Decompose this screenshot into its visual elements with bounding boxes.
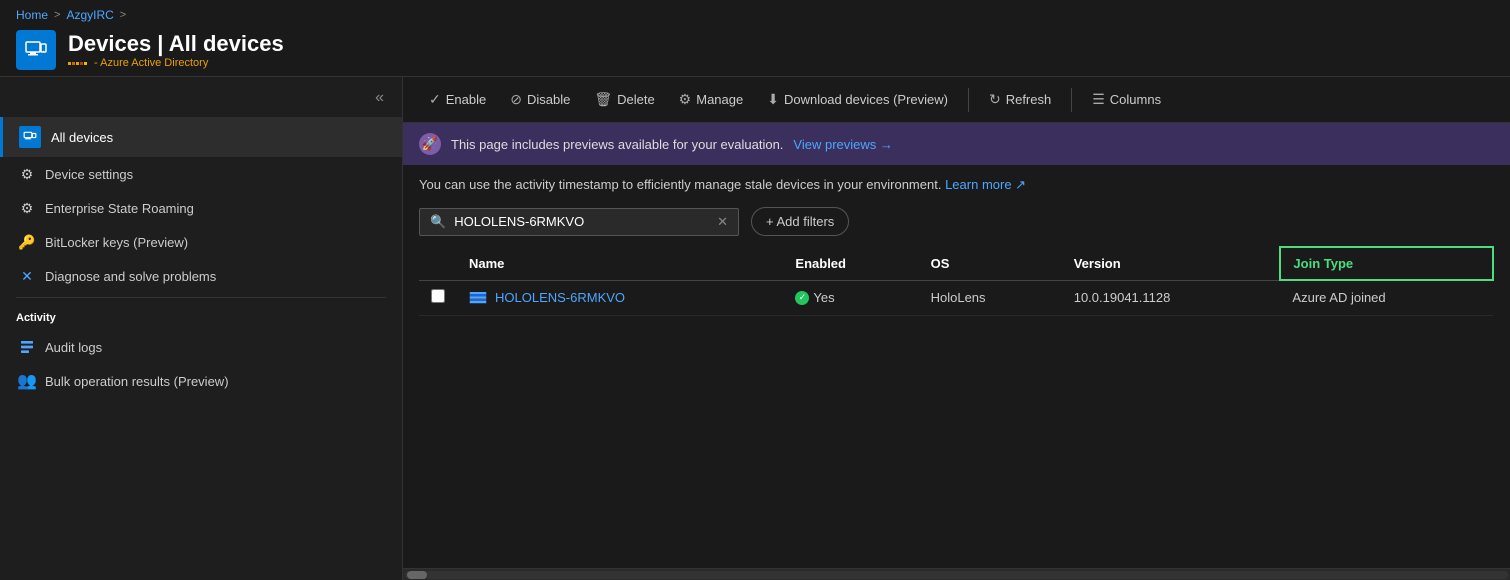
sidebar-item-audit-logs[interactable]: Audit logs	[0, 330, 402, 364]
content-area: ✓ Enable ⊘ Disable 🗑 Delete ⚙ Manage ⬇ D…	[403, 77, 1510, 580]
col-name[interactable]: Name	[457, 247, 783, 280]
bitlocker-label: BitLocker keys (Preview)	[45, 235, 188, 250]
download-icon: ⬇	[767, 91, 779, 108]
bitlocker-icon: 🔑	[19, 234, 35, 250]
devices-table: Name Enabled OS Version Join Type	[419, 246, 1494, 316]
col-version[interactable]: Version	[1062, 247, 1281, 280]
all-devices-icon	[19, 126, 41, 148]
breadcrumb: Home > AzgyIRC >	[16, 8, 1494, 22]
toolbar-divider-2	[1071, 88, 1072, 112]
sidebar-divider	[16, 297, 386, 298]
clear-search-icon[interactable]: ✕	[717, 214, 728, 230]
device-name-cell: HOLOLENS-6RMKVO	[457, 280, 783, 315]
bulk-operations-icon: 👥	[19, 373, 35, 389]
page-header: Home > AzgyIRC > Devices | All devices	[0, 0, 1510, 77]
enterprise-label: Enterprise State Roaming	[45, 201, 194, 216]
table-row: HOLOLENS-6RMKVO ✓ Yes HoloLens 10.0.1904…	[419, 280, 1493, 315]
refresh-button[interactable]: ↻ Refresh	[979, 85, 1061, 114]
all-devices-label: All devices	[51, 130, 113, 145]
breadcrumb-sep2: >	[120, 9, 126, 21]
device-version-cell: 10.0.19041.1128	[1062, 280, 1281, 315]
search-input[interactable]	[454, 214, 709, 229]
manage-icon: ⚙	[679, 91, 692, 108]
toolbar: ✓ Enable ⊘ Disable 🗑 Delete ⚙ Manage ⬇ D…	[403, 77, 1510, 123]
scrollbar-thumb[interactable]	[407, 571, 427, 579]
learn-more-link[interactable]: Learn more ↗	[945, 177, 1026, 192]
header-title-group: Devices | All devices - Azure Active Dir…	[68, 31, 284, 69]
device-os-cell: HoloLens	[919, 280, 1062, 315]
delete-button[interactable]: 🗑 Delete	[584, 85, 664, 114]
device-row-icon	[469, 289, 487, 307]
col-enabled[interactable]: Enabled	[783, 247, 918, 280]
bulk-operations-label: Bulk operation results (Preview)	[45, 374, 229, 389]
device-settings-label: Device settings	[45, 167, 133, 182]
header-icon	[16, 30, 56, 70]
search-icon: 🔍	[430, 214, 446, 230]
sidebar-item-all-devices[interactable]: All devices	[0, 117, 402, 157]
audit-logs-label: Audit logs	[45, 340, 102, 355]
delete-icon: 🗑	[594, 91, 612, 108]
info-text: You can use the activity timestamp to ef…	[403, 165, 1510, 201]
banner-text: This page includes previews available fo…	[451, 137, 783, 152]
toolbar-divider-1	[968, 88, 969, 112]
select-all-header	[419, 247, 457, 280]
refresh-icon: ↻	[989, 91, 1001, 108]
enable-icon: ✓	[429, 91, 441, 108]
collapse-button[interactable]: «	[0, 83, 402, 117]
devices-table-container: Name Enabled OS Version Join Type	[403, 246, 1510, 568]
sidebar: « All devices ⚙ Device settings ⚙ Enterp…	[0, 77, 403, 580]
rocket-icon: 🚀	[419, 133, 441, 155]
sidebar-item-enterprise-state-roaming[interactable]: ⚙ Enterprise State Roaming	[0, 191, 402, 225]
scrollbar-track	[405, 571, 1508, 579]
enabled-dot: ✓	[795, 291, 809, 305]
col-join-type[interactable]: Join Type	[1280, 247, 1493, 280]
sidebar-item-bitlocker[interactable]: 🔑 BitLocker keys (Preview)	[0, 225, 402, 259]
horizontal-scrollbar[interactable]	[403, 568, 1510, 580]
enable-button[interactable]: ✓ Enable	[419, 85, 496, 114]
row-checkbox-cell	[419, 280, 457, 315]
manage-button[interactable]: ⚙ Manage	[669, 85, 754, 114]
audit-logs-icon	[19, 339, 35, 355]
diagnose-icon: ✕	[19, 268, 35, 284]
device-enabled-cell: ✓ Yes	[783, 280, 918, 315]
columns-icon: ☰	[1092, 91, 1105, 108]
view-previews-link[interactable]: View previews →	[793, 137, 892, 152]
disable-icon: ⊘	[510, 91, 522, 108]
search-row: 🔍 ✕ + Add filters	[403, 201, 1510, 246]
sidebar-item-diagnose[interactable]: ✕ Diagnose and solve problems	[0, 259, 402, 293]
row-checkbox[interactable]	[431, 289, 445, 303]
sidebar-item-bulk-operations[interactable]: 👥 Bulk operation results (Preview)	[0, 364, 402, 398]
search-box: 🔍 ✕	[419, 208, 739, 236]
breadcrumb-tenant[interactable]: AzgyIRC	[66, 8, 113, 22]
breadcrumb-sep1: >	[54, 9, 60, 21]
disable-button[interactable]: ⊘ Disable	[500, 85, 580, 114]
page-title: Devices | All devices	[68, 31, 284, 57]
page-subtitle: - Azure Active Directory	[68, 57, 284, 69]
col-os[interactable]: OS	[919, 247, 1062, 280]
activity-section-label: Activity	[0, 302, 402, 330]
download-button[interactable]: ⬇ Download devices (Preview)	[757, 85, 958, 114]
add-filters-button[interactable]: + Add filters	[751, 207, 849, 236]
device-join-type-cell: Azure AD joined	[1280, 280, 1493, 315]
enterprise-icon: ⚙	[19, 200, 35, 216]
device-name-link[interactable]: HOLOLENS-6RMKVO	[495, 290, 625, 305]
sidebar-item-device-settings[interactable]: ⚙ Device settings	[0, 157, 402, 191]
device-settings-icon: ⚙	[19, 166, 35, 182]
columns-button[interactable]: ☰ Columns	[1082, 85, 1171, 114]
breadcrumb-home[interactable]: Home	[16, 8, 48, 22]
diagnose-label: Diagnose and solve problems	[45, 269, 216, 284]
preview-banner: 🚀 This page includes previews available …	[403, 123, 1510, 165]
